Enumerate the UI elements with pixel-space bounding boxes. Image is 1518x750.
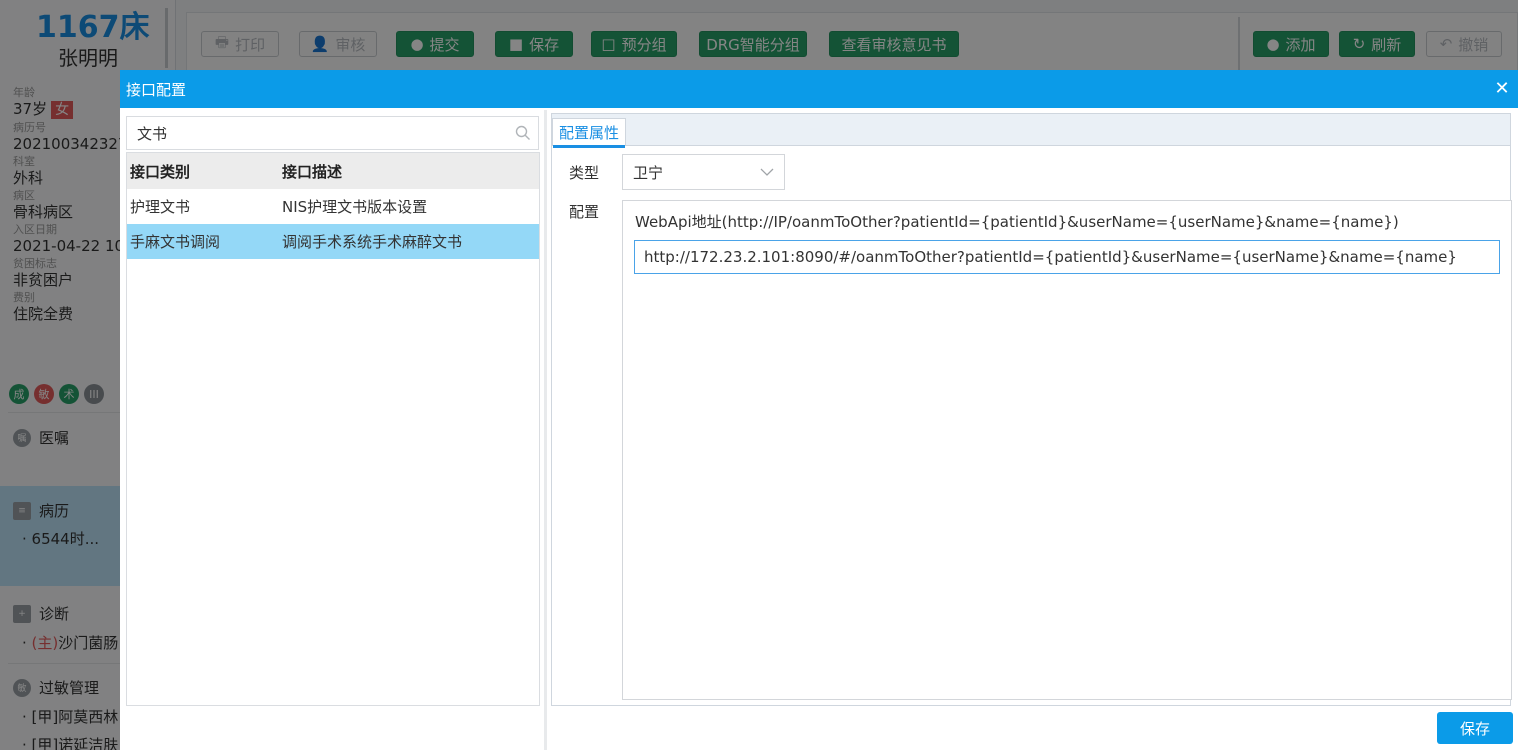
table-row[interactable]: 护理文书 NIS护理文书版本设置 [127,189,539,224]
column-header-type[interactable]: 接口类别 [127,161,280,182]
interface-list-panel: 接口类别 接口描述 护理文书 NIS护理文书版本设置 手麻文书调阅 调阅手术系统… [126,114,540,706]
config-properties-panel: 配置属性 类型 卫宁 配置 WebApi地址(http://IP/oanmToO… [551,113,1512,706]
webapi-url-input[interactable] [634,240,1500,274]
panel-splitter[interactable] [544,110,547,750]
search-box [126,116,539,150]
type-select-value: 卫宁 [633,163,664,182]
cell-description: NIS护理文书版本设置 [282,198,428,216]
cell-type: 手麻文书调阅 [130,233,221,251]
interface-config-dialog: 接口配置 ✕ 接口类别 接口描述 护理文书 NIS护理文书版本设置 手麻文书调阅… [120,70,1518,750]
dialog-title: 接口配置 [126,80,187,99]
close-icon[interactable]: ✕ [1492,78,1512,99]
config-area: WebApi地址(http://IP/oanmToOther?patientId… [622,200,1512,700]
search-icon[interactable] [508,125,538,141]
chevron-down-icon [760,165,774,179]
table-row-selected[interactable]: 手麻文书调阅 调阅手术系统手术麻醉文书 [127,224,539,259]
cell-description: 调阅手术系统手术麻醉文书 [282,233,463,251]
config-hint: WebApi地址(http://IP/oanmToOther?patientId… [635,213,1399,231]
interface-table: 接口类别 接口描述 护理文书 NIS护理文书版本设置 手麻文书调阅 调阅手术系统… [126,152,540,706]
type-label: 类型 [569,164,600,182]
column-header-description[interactable]: 接口描述 [280,161,539,182]
tab-bar: 配置属性 [552,114,1510,148]
tab-config-properties[interactable]: 配置属性 [552,118,627,148]
config-label: 配置 [569,203,600,221]
cell-type: 护理文书 [130,198,191,216]
search-input[interactable] [127,117,508,149]
table-header: 接口类别 接口描述 [127,153,539,189]
type-select[interactable]: 卫宁 [622,154,785,190]
save-button[interactable]: 保存 [1437,712,1513,744]
dialog-header: 接口配置 ✕ [120,70,1518,108]
